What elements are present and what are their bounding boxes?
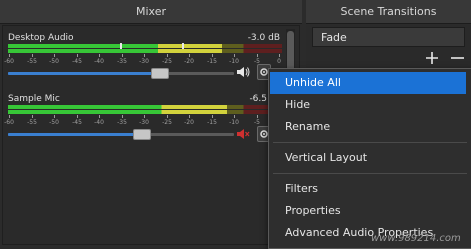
plus-icon[interactable] [425, 50, 439, 66]
meter-scale-tick [189, 54, 190, 57]
audio-meter-mic [8, 105, 282, 109]
meter-scale-tick [122, 115, 123, 118]
meter-scale-label: -10 [229, 119, 239, 126]
meter-scale-tick [167, 115, 168, 118]
meter-scale-label: 0 [277, 58, 281, 65]
meter-scale-label: -25 [162, 58, 172, 65]
context-menu: Unhide All Hide Rename Vertical Layout F… [268, 68, 471, 249]
meter-scale-tick [122, 54, 123, 57]
meter-scale-tick [54, 54, 55, 57]
audio-meter-desktop [8, 43, 282, 49]
menu-separator [273, 142, 467, 143]
meter-scale-label: -35 [117, 58, 127, 65]
meter-scale-tick [99, 115, 100, 118]
meter-scale-tick [77, 115, 78, 118]
volume-slider-sample-mic[interactable] [8, 133, 234, 136]
meter-scale-tick [144, 115, 145, 118]
meter-scale-label: -25 [162, 119, 172, 126]
speaker-icon[interactable] [236, 66, 250, 78]
transition-select[interactable]: Fade [312, 27, 465, 47]
meter-scale-label: -50 [49, 58, 59, 65]
scene-transitions-panel-title: Scene Transitions [306, 0, 471, 24]
watermark: www.989214.com [371, 233, 461, 244]
volume-slider-handle[interactable] [133, 129, 151, 140]
menu-item-hide[interactable]: Hide [270, 94, 466, 116]
meter-scale-label: -30 [139, 119, 149, 126]
meter-scale-label: -60 [4, 119, 14, 126]
meter-scale-tick [279, 54, 280, 57]
meter-scale-label: -30 [139, 58, 149, 65]
meter-scale-label: -15 [207, 119, 217, 126]
channel-db-desktop-audio: -3.0 dB [247, 33, 280, 43]
menu-item-unhide-all[interactable]: Unhide All [270, 72, 466, 94]
meter-scale-tick [32, 115, 33, 118]
meter-scale-label: -10 [229, 58, 239, 65]
volume-slider-handle[interactable] [151, 68, 169, 79]
meter-scale-label: -40 [94, 58, 104, 65]
meter-scale-tick [99, 54, 100, 57]
scrollbar-thumb[interactable] [287, 31, 294, 71]
menu-item-rename[interactable]: Rename [270, 116, 466, 138]
meter-scale-label: -60 [4, 58, 14, 65]
muted-speaker-icon[interactable] [236, 128, 250, 140]
meter-scale-tick [9, 115, 10, 118]
meter-scale-mic: -60-55-50-45-40-35-30-25-20-15-10-50 [4, 115, 282, 129]
meter-scale-tick [54, 115, 55, 118]
menu-item-properties[interactable]: Properties [270, 200, 466, 222]
meter-scale-tick [257, 54, 258, 57]
meter-scale-tick [144, 54, 145, 57]
menu-item-vertical-layout[interactable]: Vertical Layout [270, 147, 466, 169]
audio-meter-desktop-right [8, 49, 282, 53]
channel-db-sample-mic: -6.5 [249, 94, 267, 104]
channel-name-sample-mic: Sample Mic [8, 94, 60, 104]
minus-icon[interactable] [450, 50, 464, 66]
meter-scale-label: -35 [117, 119, 127, 126]
meter-scale-label: -50 [49, 119, 59, 126]
meter-scale-tick [234, 54, 235, 57]
channel-name-desktop-audio: Desktop Audio [8, 33, 74, 43]
menu-separator [273, 173, 467, 174]
meter-scale-tick [189, 115, 190, 118]
meter-scale-label: -5 [254, 119, 260, 126]
meter-scale-tick [77, 54, 78, 57]
meter-scale-label: -45 [72, 119, 82, 126]
meter-scale-tick [234, 115, 235, 118]
meter-scale-label: -45 [72, 58, 82, 65]
meter-scale-label: -20 [184, 58, 194, 65]
meter-scale-tick [257, 115, 258, 118]
meter-scale-tick [9, 54, 10, 57]
meter-scale-label: -40 [94, 119, 104, 126]
meter-scale-label: -20 [184, 119, 194, 126]
meter-scale-tick [212, 54, 213, 57]
audio-meter-mic-right [8, 110, 282, 114]
meter-scale-label: -15 [207, 58, 217, 65]
meter-scale-label: -55 [27, 119, 37, 126]
menu-item-filters[interactable]: Filters [270, 178, 466, 200]
meter-scale-tick [167, 54, 168, 57]
volume-slider-desktop-audio[interactable] [8, 72, 234, 75]
mixer-panel-title: Mixer [0, 0, 302, 24]
meter-scale-label: -55 [27, 58, 37, 65]
meter-scale-tick [212, 115, 213, 118]
meter-scale-tick [32, 54, 33, 57]
